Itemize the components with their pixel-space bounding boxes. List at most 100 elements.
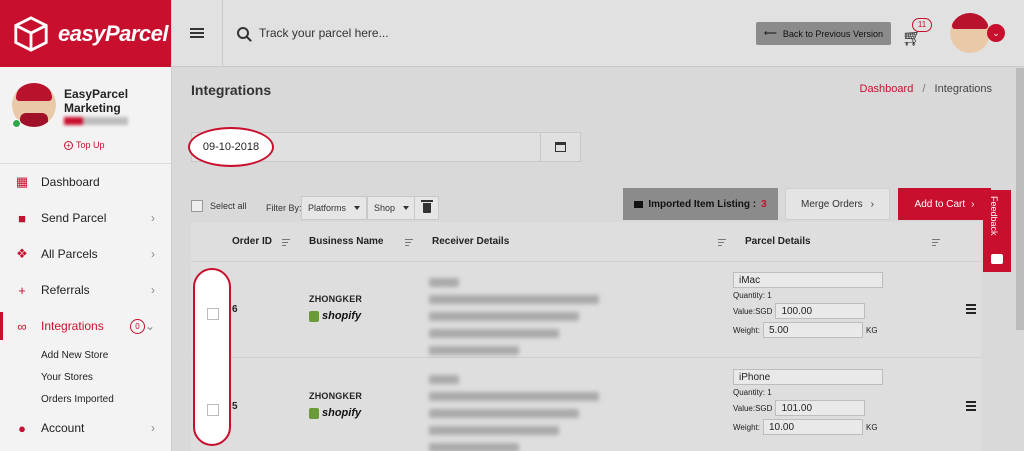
- sidebar-item-integrations[interactable]: ∞ Integrations 0 ⌄: [0, 308, 171, 344]
- sidebar-item-account[interactable]: ● Account ›: [0, 410, 171, 446]
- order-id: 6: [232, 304, 238, 315]
- weight-label: Weight:: [733, 422, 760, 432]
- dashboard-icon: ▦: [15, 174, 29, 189]
- weight-field[interactable]: 10.00: [762, 419, 863, 435]
- filter-by-label: Filter By:: [266, 203, 302, 213]
- quantity-text: Quantity: 1: [733, 291, 772, 300]
- sidebar-item-label: Account: [41, 421, 85, 435]
- user-avatar[interactable]: [950, 13, 990, 53]
- chevron-right-icon: ›: [151, 211, 155, 225]
- profile-credit-blurred: [64, 117, 128, 125]
- parcel-details: iPhone Quantity: 1 Value:SGD 101.00 Weig…: [733, 369, 903, 435]
- sidebar-subitem-add-new-store[interactable]: Add New Store: [0, 344, 171, 366]
- shopify-logo: shopify: [309, 310, 362, 322]
- chevron-right-icon: ›: [151, 421, 155, 435]
- sidebar-item-referrals[interactable]: + Referrals ›: [0, 272, 171, 308]
- weight-unit: KG: [865, 325, 878, 335]
- search-icon: [237, 27, 249, 39]
- delete-button[interactable]: [414, 196, 439, 220]
- sidebar-item-label: Referrals: [41, 283, 90, 297]
- sidebar-item-all-parcels[interactable]: ❖ All Parcels ›: [0, 236, 171, 272]
- sort-icon[interactable]: [932, 239, 940, 248]
- integrations-count-badge: 0: [130, 318, 145, 334]
- platform-name: shopify: [322, 407, 362, 419]
- row-menu-icon[interactable]: [966, 304, 976, 316]
- list-toolbar: Select all Filter By: Platforms Shop Imp…: [191, 188, 991, 220]
- value-row: Value:SGD 101.00: [733, 400, 903, 416]
- sidebar-item-dashboard[interactable]: ▦ Dashboard: [0, 164, 171, 200]
- row-menu-icon[interactable]: [966, 401, 976, 413]
- orders-table: Order ID Business Name Receiver Details …: [191, 222, 981, 451]
- checkbox[interactable]: [191, 200, 203, 212]
- link-icon: ∞: [17, 318, 27, 334]
- sort-icon[interactable]: [405, 239, 413, 248]
- topbar-divider: [222, 0, 223, 67]
- sort-icon[interactable]: [718, 239, 726, 248]
- topup-label: Top Up: [76, 140, 105, 150]
- topup-link[interactable]: + Top Up: [64, 140, 105, 150]
- plus-circle-icon: +: [64, 140, 73, 150]
- column-header-parcel-details[interactable]: Parcel Details: [745, 236, 811, 247]
- sidebar-subitem-your-stores[interactable]: Your Stores: [0, 366, 171, 388]
- hamburger-menu-icon[interactable]: [190, 26, 204, 40]
- sidebar-item-label: Send Parcel: [41, 211, 107, 225]
- scrollbar[interactable]: [1016, 68, 1024, 330]
- shop-dropdown[interactable]: Shop: [367, 196, 417, 220]
- back-to-previous-version-button[interactable]: ⟵ Back to Previous Version: [756, 22, 891, 45]
- select-all-checkbox[interactable]: Select all: [191, 200, 247, 212]
- imported-item-listing-button[interactable]: Imported Item Listing : 3: [623, 188, 778, 220]
- feedback-tab[interactable]: Feedback: [983, 190, 1011, 272]
- value-field[interactable]: 100.00: [775, 303, 866, 319]
- cart-button[interactable]: 🛒︎ 11: [902, 18, 932, 47]
- user-icon: ●: [18, 420, 26, 436]
- merge-orders-button[interactable]: Merge Orders ›: [785, 188, 890, 220]
- page-title: Integrations: [191, 82, 272, 98]
- add-to-cart-button[interactable]: Add to Cart ›: [898, 188, 991, 220]
- item-name-field[interactable]: iPhone: [733, 369, 883, 385]
- top-bar: ⟵ Back to Previous Version 🛒︎ 11 ⌄: [172, 0, 1024, 67]
- business-logo: ZHONGKER shopify: [309, 391, 362, 419]
- chevron-down-icon[interactable]: ⌄: [987, 24, 1005, 42]
- shopify-bag-icon: [309, 310, 319, 322]
- breadcrumb: Dashboard / Integrations: [860, 83, 993, 95]
- column-header-business-name[interactable]: Business Name: [309, 236, 383, 247]
- sidebar-subitem-orders-imported[interactable]: Orders Imported: [0, 388, 171, 410]
- column-header-order-id[interactable]: Order ID: [232, 236, 272, 247]
- date-highlight-annotation: 09-10-2018: [188, 127, 274, 167]
- sidebar-item-label: Dashboard: [41, 175, 100, 189]
- weight-row: Weight: 5.00 KG: [733, 322, 903, 338]
- brand-logo[interactable]: easyParcel: [0, 0, 171, 67]
- sort-icon[interactable]: [282, 239, 290, 248]
- row-checkbox[interactable]: [207, 308, 219, 320]
- sidebar-item-send-parcel[interactable]: ■ Send Parcel ›: [0, 200, 171, 236]
- caret-down-icon: [403, 206, 410, 210]
- weight-label: Weight:: [733, 325, 760, 335]
- track-parcel-search-input[interactable]: [259, 26, 559, 40]
- imported-item-listing-label: Imported Item Listing :: [648, 198, 757, 210]
- table-header: Order ID Business Name Receiver Details …: [191, 222, 981, 262]
- column-header-receiver-details[interactable]: Receiver Details: [432, 236, 509, 247]
- cart-count-badge: 11: [912, 18, 932, 32]
- value-label: Value:SGD: [733, 306, 773, 316]
- imported-item-count: 3: [761, 198, 767, 210]
- sidebar: easyParcel EasyParcel Marketing + Top Up…: [0, 0, 172, 451]
- table-row: 5 ZHONGKER shopify iPhone Quantity: 1 Va…: [191, 359, 981, 451]
- business-name: ZHONGKER: [309, 294, 363, 304]
- value-field[interactable]: 101.00: [775, 400, 866, 416]
- row-checkbox[interactable]: [207, 404, 219, 416]
- online-status-dot: [12, 119, 21, 128]
- page-header: Integrations Dashboard / Integrations: [172, 68, 1024, 112]
- chevron-right-icon: ›: [151, 247, 155, 261]
- weight-field[interactable]: 5.00: [762, 322, 863, 338]
- calendar-button[interactable]: [541, 132, 581, 162]
- chevron-right-icon: ›: [870, 198, 875, 210]
- parcel-details: iMac Quantity: 1 Value:SGD 100.00 Weight…: [733, 272, 903, 338]
- platforms-dropdown[interactable]: Platforms: [301, 196, 368, 220]
- checkbox-highlight-annotation: [193, 268, 231, 446]
- breadcrumb-dashboard-link[interactable]: Dashboard: [860, 83, 914, 95]
- platform-name: shopify: [322, 310, 362, 322]
- sidebar-item-label: Integrations: [41, 319, 104, 333]
- list-icon: [634, 200, 644, 208]
- item-name-field[interactable]: iMac: [733, 272, 883, 288]
- back-button-label: Back to Previous Version: [782, 28, 883, 39]
